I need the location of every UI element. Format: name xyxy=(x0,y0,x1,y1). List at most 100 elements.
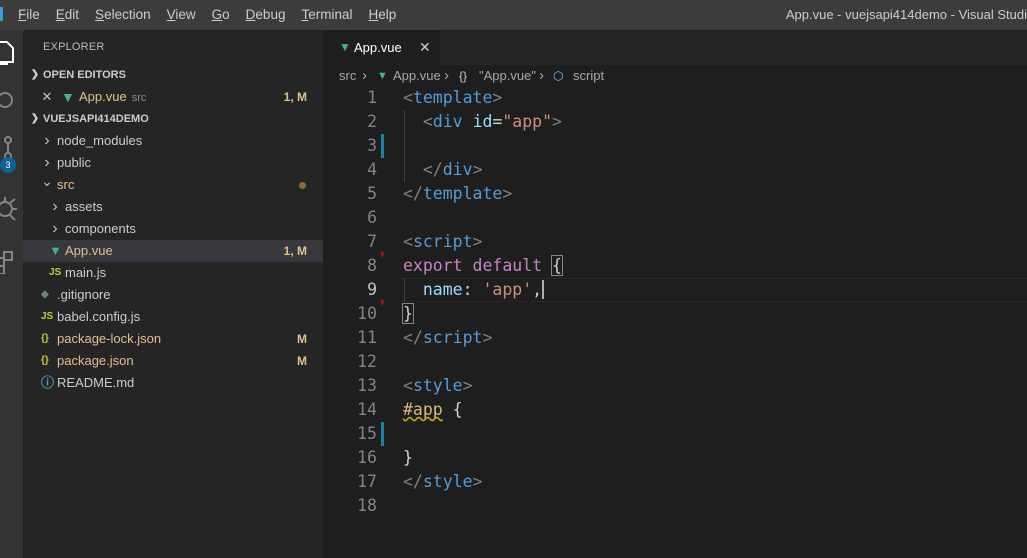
menu-item-help[interactable]: Help xyxy=(360,0,404,30)
menu-mnemonic: D xyxy=(245,7,256,22)
open-editor-deco: 1, M xyxy=(283,90,307,104)
code-line[interactable]: 4 </div> xyxy=(323,158,1027,182)
files-icon[interactable] xyxy=(0,32,23,72)
code-line[interactable]: 8 export default { xyxy=(323,254,1027,278)
tree-item-main-js[interactable]: JS main.js xyxy=(23,262,323,284)
chevron-right-icon: › xyxy=(362,67,367,84)
tree-item-src[interactable]: ⌄ src xyxy=(23,173,323,196)
code-line[interactable]: 11 </script> xyxy=(323,326,1027,350)
code-line[interactable]: 18 xyxy=(323,494,1027,518)
tree-item-components[interactable]: › components xyxy=(23,218,323,240)
code-line[interactable]: 1 <template> xyxy=(323,86,1027,110)
git-status-badge: M xyxy=(297,332,307,346)
code-token: template xyxy=(412,88,493,107)
line-number: 3 xyxy=(367,136,377,155)
code-line[interactable]: 16} xyxy=(323,446,1027,470)
menu-item-view[interactable]: View xyxy=(159,0,204,30)
line-number: 8 xyxy=(367,256,377,275)
code-token: div xyxy=(442,160,473,179)
code-line[interactable]: 6 xyxy=(323,206,1027,230)
code-text: </div> xyxy=(403,158,483,182)
debug-icon[interactable] xyxy=(0,188,23,228)
tree-item-node-modules[interactable]: › node_modules xyxy=(23,130,323,152)
menu-item-go[interactable]: Go xyxy=(204,0,238,30)
tree-item-gitignore[interactable]: ◆ .gitignore xyxy=(23,284,323,306)
code-token: export xyxy=(403,256,463,275)
git-modified-marker[interactable] xyxy=(381,422,384,446)
extensions-icon[interactable] xyxy=(0,240,23,280)
git-deleted-marker[interactable] xyxy=(381,298,385,306)
open-editor-item[interactable]: ✕ ▼ App.vue src 1, M xyxy=(23,86,323,108)
line-number: 1 xyxy=(367,88,377,107)
breadcrumb-app-vue[interactable]: App.vue xyxy=(393,65,441,87)
code-line[interactable]: 12 xyxy=(323,350,1027,374)
chevron-right-icon: › xyxy=(44,132,50,149)
line-number: 15 xyxy=(357,424,377,443)
code-token: 'app' xyxy=(482,280,533,299)
git-deleted-marker[interactable] xyxy=(381,250,385,258)
tree-item-readme-md[interactable]: ⓘ README.md xyxy=(23,372,323,394)
git-modified-marker[interactable] xyxy=(381,134,384,158)
code-line[interactable]: 3 xyxy=(323,134,1027,158)
breadcrumb-object[interactable]: "App.vue" xyxy=(479,65,536,87)
tree-item-package-json[interactable]: {} package.json M xyxy=(23,350,323,372)
breadcrumb-src[interactable]: src xyxy=(339,65,356,87)
menu-item-terminal[interactable]: Terminal xyxy=(293,0,360,30)
code-token: > xyxy=(472,472,483,491)
code-text: <style> xyxy=(403,374,473,398)
indent-guide xyxy=(404,134,405,158)
code-line[interactable]: 10} xyxy=(323,302,1027,326)
code-token: > xyxy=(502,184,513,203)
code-token: id xyxy=(472,112,493,131)
menu-item-edit[interactable]: Edit xyxy=(48,0,87,30)
code-line[interactable]: 15 xyxy=(323,422,1027,446)
open-editors-header[interactable]: ❯ OPEN EDITORS xyxy=(23,64,323,86)
chevron-right-icon: › xyxy=(52,198,58,215)
menu-item-debug[interactable]: Debug xyxy=(238,0,294,30)
code-token: style xyxy=(422,472,473,491)
tab-app-vue[interactable]: ▼ App.vue ✕ xyxy=(323,30,440,65)
title-bar: File Edit Selection View Go Debug Terminal Help… xyxy=(0,0,1027,30)
code-line[interactable]: 2 <div id="app"> xyxy=(323,110,1027,134)
code-line[interactable]: 17 </style> xyxy=(323,470,1027,494)
symbol-icon: ⬡ xyxy=(553,69,564,83)
code-text: <template> xyxy=(403,86,502,110)
tree-item-public[interactable]: › public xyxy=(23,152,323,174)
breadcrumb: src › ▼ App.vue ›{} "App.vue" › ⬡ script xyxy=(323,65,1027,87)
vscode-logo-icon xyxy=(0,7,3,21)
menu-item-selection[interactable]: Selection xyxy=(87,0,159,30)
code-line[interactable]: 14 #app { xyxy=(323,398,1027,422)
code-text: </style> xyxy=(403,470,482,494)
breadcrumb-script[interactable]: script xyxy=(573,65,604,87)
line-number: 4 xyxy=(367,160,377,179)
code-token: </ xyxy=(403,328,423,347)
close-icon[interactable]: ✕ xyxy=(41,86,53,108)
code-token: > xyxy=(552,112,562,131)
code-token: > xyxy=(462,376,473,395)
open-editors-label: OPEN EDITORS xyxy=(43,69,126,81)
modified-dot-icon xyxy=(299,182,306,189)
code-token: > xyxy=(492,88,503,107)
code-token: "app" xyxy=(502,112,553,131)
code-token: template xyxy=(422,184,503,203)
menu-label: elp xyxy=(378,7,397,22)
code-editor[interactable]: 1 <template> 2 <div id="app"> 3 4 </div> 5 </t… xyxy=(323,86,1027,558)
tree-item-assets[interactable]: › assets xyxy=(23,196,323,218)
code-line[interactable]: 9 name: 'app', xyxy=(323,278,1027,302)
tree-item-babel-config-js[interactable]: JS babel.config.js xyxy=(23,306,323,328)
code-line[interactable]: 13 <style> xyxy=(323,374,1027,398)
tree-item-app-vue[interactable]: ▼ App.vue 1, M xyxy=(23,240,323,262)
code-line[interactable]: 7 <script> xyxy=(323,230,1027,254)
code-token: script xyxy=(422,328,483,347)
code-token: script xyxy=(412,232,473,251)
git-status-badge: 1, M xyxy=(283,244,307,258)
line-number: 16 xyxy=(357,448,377,467)
menu-item-file[interactable]: File xyxy=(10,0,48,30)
close-icon[interactable]: ✕ xyxy=(419,30,431,65)
code-line[interactable]: 5 </template> xyxy=(323,182,1027,206)
search-icon[interactable] xyxy=(0,82,23,122)
project-header[interactable]: ❯ VUEJSAPI414DEMO xyxy=(23,108,323,130)
tree-item-package-lock-json[interactable]: {} package-lock.json M xyxy=(23,328,323,350)
